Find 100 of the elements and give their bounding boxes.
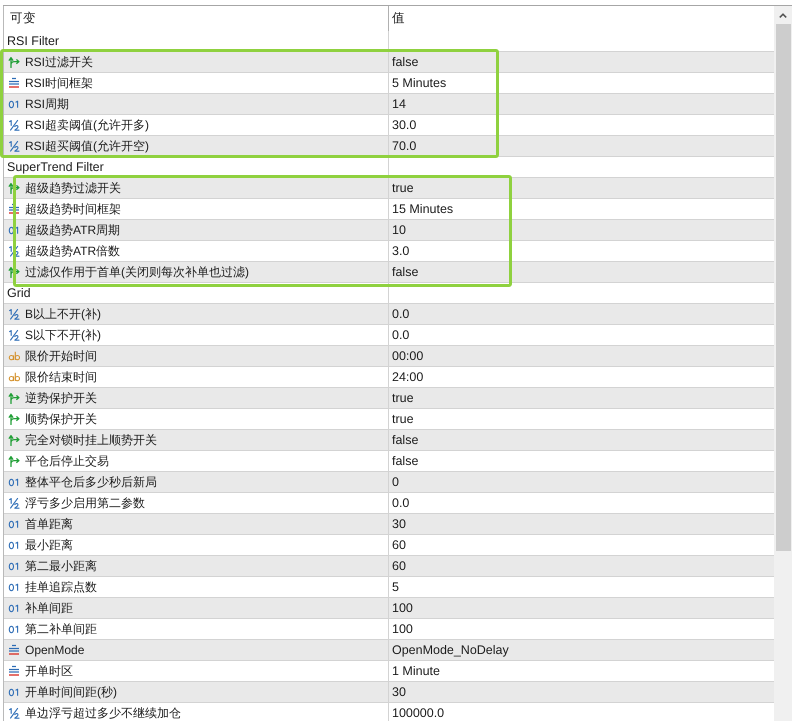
table-row[interactable]: 超级趋势过滤开关 true	[4, 178, 774, 199]
digits-icon	[8, 224, 20, 236]
table-row[interactable]: 顺势保护开关 true	[4, 409, 774, 430]
property-name: 逆势保护开关	[25, 390, 97, 406]
chevron-up-icon	[779, 12, 787, 18]
fraction-icon	[8, 497, 20, 509]
table-row[interactable]: 补单间距 100	[4, 598, 774, 619]
table-row[interactable]: 超级趋势ATR周期 10	[4, 220, 774, 241]
stacked-lines-icon	[8, 77, 20, 89]
table-row[interactable]: 首单距离 30	[4, 514, 774, 535]
table-row[interactable]: OpenMode OpenMode_NoDelay	[4, 640, 774, 661]
property-value: 100	[392, 622, 413, 636]
letters-icon	[8, 371, 20, 383]
property-name: 浮亏多少启用第二参数	[25, 496, 145, 510]
scrollbar-track[interactable]	[774, 6, 792, 721]
property-value: 60	[392, 558, 406, 574]
digits-icon	[8, 623, 20, 635]
property-name: 挂单追踪点数	[25, 580, 97, 594]
digits-icon	[8, 686, 20, 698]
property-name: 超级趋势过滤开关	[25, 180, 121, 196]
scrollbar-thumb[interactable]	[776, 24, 790, 551]
property-name: 限价结束时间	[25, 370, 97, 384]
table-row[interactable]: 过滤仅作用于首单(关闭则每次补单也过滤) false	[4, 262, 774, 283]
fraction-icon	[8, 308, 20, 320]
fraction-icon	[8, 119, 20, 131]
column-header[interactable]: 值	[389, 6, 774, 31]
branching-arrow-icon	[8, 56, 20, 68]
table-row[interactable]: 完全对锁时挂上顺势开关 false	[4, 430, 774, 451]
property-name: 最小距离	[25, 538, 73, 552]
property-name: 开单时区	[25, 664, 73, 678]
table-row[interactable]: 开单时区 1 Minute	[4, 661, 774, 682]
property-value: OpenMode_NoDelay	[392, 642, 509, 658]
property-name: RSI超卖阈值(允许开多)	[25, 118, 149, 132]
property-value: false	[392, 54, 418, 70]
property-value: true	[392, 390, 414, 406]
property-value: false	[392, 454, 418, 468]
table-row[interactable]: 第二补单间距 100	[4, 619, 774, 640]
property-value: true	[392, 412, 414, 426]
property-name: OpenMode	[25, 642, 84, 658]
property-value: 30.0	[392, 118, 416, 132]
digits-icon	[8, 476, 20, 488]
stacked-lines-icon	[8, 203, 20, 215]
group-title: RSI Filter	[7, 34, 60, 48]
fraction-icon	[8, 140, 20, 152]
property-value: 0.0	[392, 496, 410, 510]
property-value: 5	[392, 580, 399, 594]
property-value: 60	[392, 538, 406, 552]
table-row[interactable]: 限价开始时间 00:00	[4, 346, 774, 367]
table-row[interactable]: 超级趋势时间框架 15 Minutes	[4, 199, 774, 220]
property-value: 14	[392, 96, 406, 112]
branching-arrow-icon	[8, 392, 20, 404]
table-row[interactable]: 开单时间间距(秒) 30	[4, 682, 774, 703]
table-row[interactable]: RSI时间框架 5 Minutes	[4, 73, 774, 94]
branching-arrow-icon	[8, 182, 20, 194]
group-title: Grid	[7, 286, 31, 300]
table-row[interactable]: 整体平仓后多少秒后新局 0	[4, 472, 774, 493]
table-row[interactable]: RSI过滤开关 false	[4, 52, 774, 73]
property-value: 0.0	[392, 328, 410, 342]
property-name: 补单间距	[25, 600, 73, 616]
property-name: 超级趋势ATR倍数	[25, 244, 120, 258]
property-value: 1 Minute	[392, 664, 440, 678]
property-value: 10	[392, 222, 406, 238]
table-row[interactable]: 平仓后停止交易 false	[4, 451, 774, 472]
property-value: 24:00	[392, 370, 424, 384]
stacked-lines-icon	[8, 644, 20, 656]
table-row[interactable]: 限价结束时间 24:00	[4, 367, 774, 388]
table-row[interactable]: B以上不开(补) 0.0	[4, 304, 774, 325]
table-row[interactable]: RSI周期 14	[4, 94, 774, 115]
property-name: 开单时间间距(秒)	[25, 684, 117, 700]
table-row[interactable]: 第二最小距离 60	[4, 556, 774, 577]
property-name: RSI时间框架	[25, 76, 94, 90]
fraction-icon	[8, 707, 20, 719]
branching-arrow-icon	[8, 434, 20, 446]
property-name: 单边浮亏超过多少不继续加仓	[25, 706, 181, 720]
property-value: 30	[392, 516, 406, 532]
table-row[interactable]: 超级趋势ATR倍数 3.0	[4, 241, 774, 262]
property-value: 00:00	[392, 348, 424, 364]
fraction-icon	[8, 329, 20, 341]
table-row[interactable]: 挂单追踪点数 5	[4, 577, 774, 598]
fraction-icon	[8, 245, 20, 257]
property-value: 100000.0	[392, 706, 444, 720]
property-name: 过滤仅作用于首单(关闭则每次补单也过滤)	[25, 264, 249, 280]
property-value: false	[392, 264, 418, 280]
table-row[interactable]: 最小距离 60	[4, 535, 774, 556]
table-row[interactable]: 浮亏多少启用第二参数 0.0	[4, 493, 774, 514]
table-row[interactable]: 逆势保护开关 true	[4, 388, 774, 409]
table-row[interactable]: RSI超买阈值(允许开空) 70.0	[4, 136, 774, 157]
digits-icon	[8, 602, 20, 614]
table-row[interactable]: S以下不开(补) 0.0	[4, 325, 774, 346]
branching-arrow-icon	[8, 455, 20, 467]
property-name: 第二最小距离	[25, 558, 97, 574]
digits-icon	[8, 518, 20, 530]
property-name: 首单距离	[25, 516, 73, 532]
digits-icon	[8, 560, 20, 572]
branching-arrow-icon	[8, 413, 20, 425]
property-name: 平仓后停止交易	[25, 454, 109, 468]
property-value: 0	[392, 474, 399, 490]
table-row[interactable]: RSI超卖阈值(允许开多) 30.0	[4, 115, 774, 136]
letters-icon	[8, 350, 20, 362]
property-name: 完全对锁时挂上顺势开关	[25, 432, 157, 448]
